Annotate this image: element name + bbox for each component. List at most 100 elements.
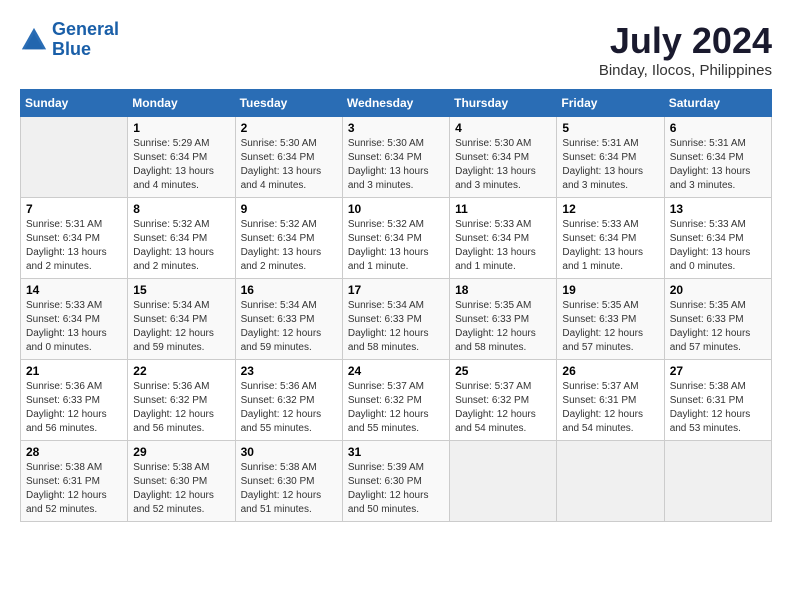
day-detail: Sunrise: 5:30 AM Sunset: 6:34 PM Dayligh… bbox=[348, 137, 444, 193]
day-number: 17 bbox=[348, 283, 444, 297]
week-row-2: 7 Sunrise: 5:31 AM Sunset: 6:34 PM Daylig… bbox=[21, 198, 772, 279]
day-detail: Sunrise: 5:37 AM Sunset: 6:32 PM Dayligh… bbox=[455, 380, 551, 436]
day-detail: Sunrise: 5:29 AM Sunset: 6:34 PM Dayligh… bbox=[133, 137, 229, 193]
calendar-cell: 23 Sunrise: 5:36 AM Sunset: 6:32 PM Dayli… bbox=[235, 360, 342, 441]
calendar-cell: 24 Sunrise: 5:37 AM Sunset: 6:32 PM Dayli… bbox=[342, 360, 449, 441]
page-header: General Blue July 2024 Binday, Ilocos, P… bbox=[20, 20, 772, 79]
day-detail: Sunrise: 5:39 AM Sunset: 6:30 PM Dayligh… bbox=[348, 461, 444, 517]
day-detail: Sunrise: 5:38 AM Sunset: 6:30 PM Dayligh… bbox=[241, 461, 337, 517]
weekday-header-monday: Monday bbox=[128, 90, 235, 117]
logo: General Blue bbox=[20, 20, 119, 60]
day-detail: Sunrise: 5:37 AM Sunset: 6:31 PM Dayligh… bbox=[562, 380, 658, 436]
calendar-header: SundayMondayTuesdayWednesdayThursdayFrid… bbox=[21, 90, 772, 117]
calendar-cell: 13Sunrise: 5:33 AM Sunset: 6:34 PM Dayli… bbox=[664, 198, 771, 279]
day-detail: Sunrise: 5:33 AM Sunset: 6:34 PM Dayligh… bbox=[562, 218, 658, 274]
day-number: 5 bbox=[562, 121, 658, 135]
week-row-5: 28 Sunrise: 5:38 AM Sunset: 6:31 PM Dayli… bbox=[21, 441, 772, 522]
calendar-cell: 3 Sunrise: 5:30 AM Sunset: 6:34 PM Daylig… bbox=[342, 117, 449, 198]
day-detail: Sunrise: 5:31 AM Sunset: 6:34 PM Dayligh… bbox=[26, 218, 122, 274]
calendar-cell: 10Sunrise: 5:32 AM Sunset: 6:34 PM Dayli… bbox=[342, 198, 449, 279]
calendar-cell: 17 Sunrise: 5:34 AM Sunset: 6:33 PM Dayli… bbox=[342, 279, 449, 360]
calendar-cell bbox=[557, 441, 664, 522]
day-detail: Sunrise: 5:31 AM Sunset: 6:34 PM Dayligh… bbox=[562, 137, 658, 193]
day-number: 4 bbox=[455, 121, 551, 135]
day-number: 25 bbox=[455, 364, 551, 378]
title-block: July 2024 Binday, Ilocos, Philippines bbox=[599, 20, 772, 79]
day-number: 12 bbox=[562, 202, 658, 216]
weekday-header-tuesday: Tuesday bbox=[235, 90, 342, 117]
day-detail: Sunrise: 5:34 AM Sunset: 6:33 PM Dayligh… bbox=[348, 299, 444, 355]
day-number: 7 bbox=[26, 202, 122, 216]
day-number: 3 bbox=[348, 121, 444, 135]
calendar-cell: 7 Sunrise: 5:31 AM Sunset: 6:34 PM Daylig… bbox=[21, 198, 128, 279]
day-number: 16 bbox=[241, 283, 337, 297]
day-number: 11 bbox=[455, 202, 551, 216]
calendar-cell: 30Sunrise: 5:38 AM Sunset: 6:30 PM Dayli… bbox=[235, 441, 342, 522]
day-number: 9 bbox=[241, 202, 337, 216]
calendar-cell: 12 Sunrise: 5:33 AM Sunset: 6:34 PM Dayli… bbox=[557, 198, 664, 279]
day-number: 26 bbox=[562, 364, 658, 378]
week-row-4: 21 Sunrise: 5:36 AM Sunset: 6:33 PM Dayli… bbox=[21, 360, 772, 441]
calendar-cell: 6Sunrise: 5:31 AM Sunset: 6:34 PM Daylig… bbox=[664, 117, 771, 198]
day-number: 19 bbox=[562, 283, 658, 297]
day-number: 10 bbox=[348, 202, 444, 216]
calendar-cell: 27 Sunrise: 5:38 AM Sunset: 6:31 PM Dayli… bbox=[664, 360, 771, 441]
day-number: 6 bbox=[670, 121, 766, 135]
calendar-cell: 11Sunrise: 5:33 AM Sunset: 6:34 PM Dayli… bbox=[450, 198, 557, 279]
day-detail: Sunrise: 5:38 AM Sunset: 6:31 PM Dayligh… bbox=[26, 461, 122, 517]
day-detail: Sunrise: 5:33 AM Sunset: 6:34 PM Dayligh… bbox=[26, 299, 122, 355]
day-number: 27 bbox=[670, 364, 766, 378]
calendar-title: July 2024 bbox=[599, 20, 772, 62]
calendar-cell: 20Sunrise: 5:35 AM Sunset: 6:33 PM Dayli… bbox=[664, 279, 771, 360]
weekday-header-saturday: Saturday bbox=[664, 90, 771, 117]
calendar-cell: 26 Sunrise: 5:37 AM Sunset: 6:31 PM Dayli… bbox=[557, 360, 664, 441]
week-row-3: 14 Sunrise: 5:33 AM Sunset: 6:34 PM Dayli… bbox=[21, 279, 772, 360]
calendar-cell: 5 Sunrise: 5:31 AM Sunset: 6:34 PM Daylig… bbox=[557, 117, 664, 198]
day-number: 24 bbox=[348, 364, 444, 378]
logo-icon bbox=[20, 26, 48, 54]
day-detail: Sunrise: 5:33 AM Sunset: 6:34 PM Dayligh… bbox=[670, 218, 766, 274]
calendar-cell bbox=[664, 441, 771, 522]
calendar-cell: 19Sunrise: 5:35 AM Sunset: 6:33 PM Dayli… bbox=[557, 279, 664, 360]
calendar-cell: 16 Sunrise: 5:34 AM Sunset: 6:33 PM Dayli… bbox=[235, 279, 342, 360]
day-number: 2 bbox=[241, 121, 337, 135]
calendar-cell bbox=[21, 117, 128, 198]
calendar-cell: 2 Sunrise: 5:30 AM Sunset: 6:34 PM Daylig… bbox=[235, 117, 342, 198]
calendar-cell: 31Sunrise: 5:39 AM Sunset: 6:30 PM Dayli… bbox=[342, 441, 449, 522]
weekday-header-thursday: Thursday bbox=[450, 90, 557, 117]
calendar-subtitle: Binday, Ilocos, Philippines bbox=[599, 62, 772, 79]
calendar-cell: 21 Sunrise: 5:36 AM Sunset: 6:33 PM Dayli… bbox=[21, 360, 128, 441]
calendar-cell: 8Sunrise: 5:32 AM Sunset: 6:34 PM Daylig… bbox=[128, 198, 235, 279]
calendar-cell: 28 Sunrise: 5:38 AM Sunset: 6:31 PM Dayli… bbox=[21, 441, 128, 522]
day-detail: Sunrise: 5:38 AM Sunset: 6:31 PM Dayligh… bbox=[670, 380, 766, 436]
day-detail: Sunrise: 5:32 AM Sunset: 6:34 PM Dayligh… bbox=[241, 218, 337, 274]
calendar-cell: 14 Sunrise: 5:33 AM Sunset: 6:34 PM Dayli… bbox=[21, 279, 128, 360]
day-detail: Sunrise: 5:34 AM Sunset: 6:34 PM Dayligh… bbox=[133, 299, 229, 355]
calendar-cell: 18Sunrise: 5:35 AM Sunset: 6:33 PM Dayli… bbox=[450, 279, 557, 360]
day-number: 1 bbox=[133, 121, 229, 135]
day-detail: Sunrise: 5:36 AM Sunset: 6:32 PM Dayligh… bbox=[241, 380, 337, 436]
day-number: 15 bbox=[133, 283, 229, 297]
calendar-table: SundayMondayTuesdayWednesdayThursdayFrid… bbox=[20, 89, 772, 522]
day-detail: Sunrise: 5:34 AM Sunset: 6:33 PM Dayligh… bbox=[241, 299, 337, 355]
calendar-cell: 25 Sunrise: 5:37 AM Sunset: 6:32 PM Dayli… bbox=[450, 360, 557, 441]
day-number: 14 bbox=[26, 283, 122, 297]
calendar-cell: 4Sunrise: 5:30 AM Sunset: 6:34 PM Daylig… bbox=[450, 117, 557, 198]
weekday-header-friday: Friday bbox=[557, 90, 664, 117]
day-detail: Sunrise: 5:30 AM Sunset: 6:34 PM Dayligh… bbox=[241, 137, 337, 193]
calendar-cell: 29Sunrise: 5:38 AM Sunset: 6:30 PM Dayli… bbox=[128, 441, 235, 522]
calendar-cell: 22Sunrise: 5:36 AM Sunset: 6:32 PM Dayli… bbox=[128, 360, 235, 441]
day-detail: Sunrise: 5:37 AM Sunset: 6:32 PM Dayligh… bbox=[348, 380, 444, 436]
day-number: 23 bbox=[241, 364, 337, 378]
day-detail: Sunrise: 5:36 AM Sunset: 6:33 PM Dayligh… bbox=[26, 380, 122, 436]
day-number: 29 bbox=[133, 445, 229, 459]
day-number: 21 bbox=[26, 364, 122, 378]
calendar-cell bbox=[450, 441, 557, 522]
weekday-header-sunday: Sunday bbox=[21, 90, 128, 117]
day-number: 8 bbox=[133, 202, 229, 216]
calendar-cell: 9 Sunrise: 5:32 AM Sunset: 6:34 PM Daylig… bbox=[235, 198, 342, 279]
day-number: 18 bbox=[455, 283, 551, 297]
calendar-cell: 15 Sunrise: 5:34 AM Sunset: 6:34 PM Dayli… bbox=[128, 279, 235, 360]
day-detail: Sunrise: 5:36 AM Sunset: 6:32 PM Dayligh… bbox=[133, 380, 229, 436]
day-number: 28 bbox=[26, 445, 122, 459]
